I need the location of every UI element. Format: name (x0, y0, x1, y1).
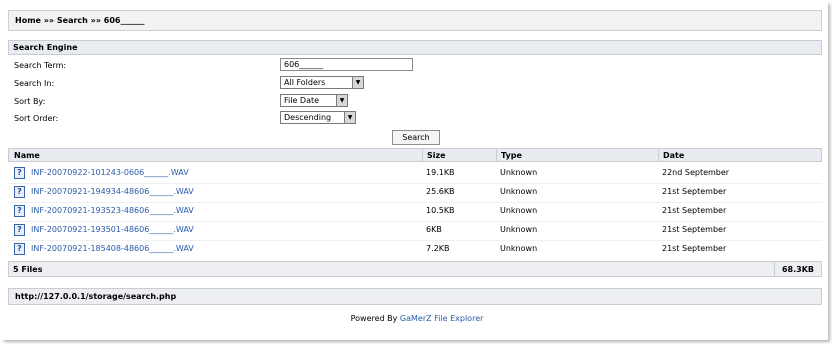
file-size: 6KB (426, 225, 442, 234)
powered-by-label: Powered By (350, 314, 398, 323)
unknown-file-icon: ? (14, 243, 25, 255)
sort-by-value: File Date (284, 96, 320, 105)
file-size: 25.6KB (426, 187, 455, 196)
column-header-date[interactable]: Date (663, 149, 684, 162)
search-term-input[interactable]: 606______ (280, 58, 413, 71)
results-table-header: Name Size Type Date (8, 148, 822, 162)
total-size: 68.3KB (774, 262, 821, 276)
table-row: ? INF-20070921-194934-48606______.WAV 25… (8, 183, 822, 202)
file-size: 10.5KB (426, 206, 455, 215)
file-type: Unknown (500, 168, 538, 177)
file-link[interactable]: INF-20070922-101243-0606______.WAV (31, 168, 189, 177)
page-url-bar: http://127.0.0.1/storage/search.php (8, 288, 822, 305)
file-type: Unknown (500, 187, 538, 196)
column-divider (658, 148, 659, 162)
search-engine-header: Search Engine (8, 40, 822, 55)
breadcrumb-separator: » (48, 16, 55, 25)
sort-by-label: Sort By: (14, 97, 46, 106)
file-link[interactable]: INF-20070921-185408-48606______.WAV (31, 244, 194, 253)
unknown-file-icon: ? (14, 224, 25, 236)
powered-by-footer: Powered By GaMerZ File Explorer (0, 314, 834, 323)
column-header-type[interactable]: Type (501, 149, 522, 162)
file-date: 21st September (662, 244, 727, 253)
file-type: Unknown (500, 244, 538, 253)
search-in-label: Search In: (14, 79, 55, 88)
file-size: 7.2KB (426, 244, 450, 253)
breadcrumb-home[interactable]: Home (15, 16, 41, 25)
search-in-select[interactable]: All Folders ▼ (280, 76, 364, 89)
file-type: Unknown (500, 206, 538, 215)
dropdown-arrow-icon: ▼ (344, 112, 355, 123)
file-link[interactable]: INF-20070921-193523-48606______.WAV (31, 206, 194, 215)
table-row: ? INF-20070922-101243-0606______.WAV 19.… (8, 164, 822, 183)
sort-by-select[interactable]: File Date ▼ (280, 94, 348, 107)
breadcrumb: Home »» Search »» 606______ (8, 10, 822, 31)
column-divider (422, 148, 423, 162)
file-date: 21st September (662, 187, 727, 196)
unknown-file-icon: ? (14, 167, 25, 179)
powered-by-link[interactable]: GaMerZ File Explorer (400, 314, 483, 323)
file-count: 5 Files (13, 265, 43, 274)
file-link[interactable]: INF-20070921-194934-48606______.WAV (31, 187, 194, 196)
file-size: 19.1KB (426, 168, 455, 177)
column-divider (496, 148, 497, 162)
file-date: 22nd September (662, 168, 730, 177)
breadcrumb-separator: » (95, 16, 101, 25)
sort-order-label: Sort Order: (14, 114, 59, 123)
table-row: ? INF-20070921-193523-48606______.WAV 10… (8, 202, 822, 221)
table-row: ? INF-20070921-193501-48606______.WAV 6K… (8, 221, 822, 240)
table-row: ? INF-20070921-185408-48606______.WAV 7.… (8, 240, 822, 259)
dropdown-arrow-icon: ▼ (336, 95, 347, 106)
results-table-footer: 5 Files 68.3KB (8, 261, 822, 277)
sort-order-select[interactable]: Descending ▼ (280, 111, 356, 124)
search-button[interactable]: Search (392, 130, 440, 145)
unknown-file-icon: ? (14, 186, 25, 198)
file-date: 21st September (662, 206, 727, 215)
column-header-name[interactable]: Name (14, 149, 40, 162)
search-in-value: All Folders (284, 78, 326, 87)
file-date: 21st September (662, 225, 727, 234)
file-link[interactable]: INF-20070921-193501-48606______.WAV (31, 225, 194, 234)
unknown-file-icon: ? (14, 205, 25, 217)
column-header-size[interactable]: Size (427, 149, 446, 162)
search-term-label: Search Term: (14, 61, 67, 70)
sort-order-value: Descending (284, 113, 332, 122)
breadcrumb-search[interactable]: Search (57, 16, 88, 25)
file-type: Unknown (500, 225, 538, 234)
breadcrumb-term: 606______ (103, 16, 145, 25)
dropdown-arrow-icon: ▼ (352, 77, 363, 88)
